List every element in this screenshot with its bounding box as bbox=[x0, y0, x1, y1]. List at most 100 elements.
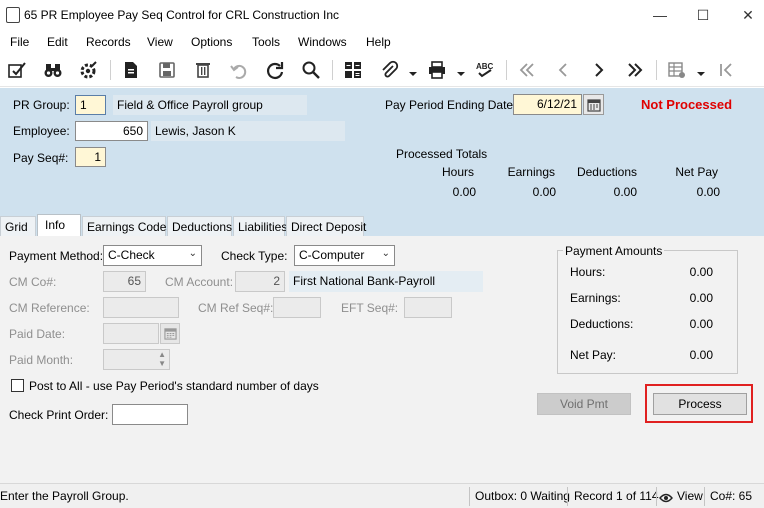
goto-first-icon[interactable] bbox=[714, 58, 738, 82]
menu-windows[interactable]: Windows bbox=[298, 35, 347, 49]
totals-earnings-value: 0.00 bbox=[532, 185, 556, 199]
pr-group-input[interactable]: 1 bbox=[75, 95, 106, 115]
employee-input[interactable]: 650 bbox=[75, 121, 148, 141]
edit-record-icon[interactable] bbox=[5, 58, 29, 82]
tab-direct-deposit[interactable]: Direct Deposit bbox=[286, 216, 366, 236]
tab-info[interactable]: Info bbox=[37, 214, 81, 236]
next-record-icon[interactable] bbox=[587, 58, 611, 82]
status-message: Enter the Payroll Group. bbox=[0, 489, 129, 503]
menu-records[interactable]: Records bbox=[86, 35, 131, 49]
payment-method-select[interactable]: C-Check ⌄ bbox=[103, 245, 202, 266]
search-icon[interactable] bbox=[299, 58, 323, 82]
cm-account-field: 2 bbox=[235, 271, 285, 292]
totals-netpay-value: 0.00 bbox=[696, 185, 720, 199]
previous-record-icon[interactable] bbox=[551, 58, 575, 82]
delete-icon[interactable] bbox=[191, 58, 215, 82]
pa-hours-label: Hours: bbox=[570, 265, 606, 279]
company-number: Co#: 65 bbox=[710, 489, 753, 503]
menu-options[interactable]: Options bbox=[191, 35, 232, 49]
processed-totals-title: Processed Totals bbox=[396, 147, 488, 161]
spinner-icon: ▲ ▼ bbox=[158, 350, 166, 368]
menu-edit[interactable]: Edit bbox=[47, 35, 68, 49]
outbox-status[interactable]: Outbox: 0 Waiting bbox=[475, 489, 570, 503]
save-icon[interactable] bbox=[155, 58, 179, 82]
employee-name: Lewis, Jason K bbox=[151, 121, 345, 141]
info-tab-panel: Payment Method: C-Check ⌄ Check Type: C-… bbox=[0, 236, 764, 483]
toolbar-separator bbox=[332, 60, 333, 80]
totals-earnings-header: Earnings bbox=[507, 165, 555, 179]
attachment-dropdown-icon[interactable] bbox=[409, 67, 417, 76]
undo-icon[interactable] bbox=[227, 58, 251, 82]
refresh-icon[interactable] bbox=[263, 58, 287, 82]
view-toggle[interactable]: View bbox=[677, 489, 703, 503]
pay-period-ending-input[interactable]: 6/12/21 bbox=[513, 94, 582, 115]
status-divider bbox=[469, 487, 470, 506]
toolbar-separator bbox=[506, 60, 507, 80]
post-to-all-checkbox[interactable] bbox=[11, 379, 24, 392]
eye-icon[interactable] bbox=[659, 492, 673, 503]
print-icon[interactable] bbox=[425, 58, 449, 82]
minimize-button[interactable]: — bbox=[644, 4, 676, 26]
void-payment-button[interactable]: Void Pmt bbox=[537, 393, 631, 415]
pa-earnings-label: Earnings: bbox=[570, 291, 621, 305]
attachment-icon[interactable] bbox=[377, 58, 401, 82]
menu-file[interactable]: File bbox=[10, 35, 29, 49]
grid-settings-icon[interactable] bbox=[665, 58, 689, 82]
pr-group-label: PR Group: bbox=[13, 98, 70, 112]
grid-settings-dropdown-icon[interactable] bbox=[697, 67, 705, 76]
eft-seq-label: EFT Seq#: bbox=[341, 301, 399, 315]
paid-month-field: ▲ ▼ bbox=[103, 349, 170, 370]
paid-month-label: Paid Month: bbox=[9, 353, 74, 367]
tab-grid[interactable]: Grid bbox=[0, 216, 36, 236]
payment-amounts-title: Payment Amounts bbox=[563, 244, 665, 258]
processing-status: Not Processed bbox=[641, 97, 733, 112]
pay-seq-input[interactable]: 1 bbox=[75, 147, 106, 167]
maximize-button[interactable]: ☐ bbox=[687, 4, 719, 26]
check-type-label: Check Type: bbox=[221, 249, 288, 263]
cm-ref-seq-label: CM Ref Seq#: bbox=[198, 301, 274, 315]
pa-netpay-label: Net Pay: bbox=[570, 348, 617, 362]
process-button[interactable]: Process bbox=[653, 393, 747, 415]
pa-hours-value: 0.00 bbox=[689, 265, 713, 279]
pa-deductions-label: Deductions: bbox=[570, 317, 634, 331]
svg-text:ABC: ABC bbox=[476, 62, 494, 71]
pay-period-ending-label: Pay Period Ending Date: bbox=[385, 98, 517, 112]
totals-deductions-value: 0.00 bbox=[613, 185, 637, 199]
tab-deductions[interactable]: Deductions bbox=[167, 216, 232, 236]
cm-ref-seq-field bbox=[273, 297, 321, 318]
menu-tools[interactable]: Tools bbox=[252, 35, 280, 49]
pa-netpay-value: 0.00 bbox=[689, 348, 713, 362]
cm-account-description: First National Bank-Payroll bbox=[289, 271, 483, 292]
menu-view[interactable]: View bbox=[147, 35, 173, 49]
chevron-down-icon: ⌄ bbox=[381, 248, 390, 259]
employee-label: Employee: bbox=[13, 124, 70, 138]
paid-date-field bbox=[103, 323, 159, 344]
menu-help[interactable]: Help bbox=[366, 35, 391, 49]
calculator-icon[interactable] bbox=[341, 58, 365, 82]
settings-gear-icon[interactable] bbox=[77, 58, 101, 82]
pay-seq-label: Pay Seq#: bbox=[13, 151, 69, 165]
totals-deductions-header: Deductions bbox=[576, 165, 637, 179]
toolbar-separator bbox=[656, 60, 657, 80]
cm-co-field: 65 bbox=[103, 271, 146, 292]
tab-liabilities[interactable]: Liabilities bbox=[233, 216, 287, 236]
spellcheck-icon[interactable]: ABC bbox=[473, 58, 497, 82]
chevron-down-icon: ⌄ bbox=[188, 248, 197, 259]
tab-earnings-codes[interactable]: Earnings Codes bbox=[82, 216, 172, 236]
check-type-select[interactable]: C-Computer ⌄ bbox=[294, 245, 395, 266]
status-bar: Enter the Payroll Group. Outbox: 0 Waiti… bbox=[0, 483, 764, 508]
print-dropdown-icon[interactable] bbox=[457, 67, 465, 76]
cm-reference-label: CM Reference: bbox=[9, 301, 90, 315]
close-button[interactable]: ✕ bbox=[732, 4, 764, 26]
status-divider bbox=[656, 487, 657, 506]
payment-method-label: Payment Method: bbox=[9, 249, 104, 263]
check-print-order-input[interactable] bbox=[112, 404, 188, 425]
last-record-icon[interactable] bbox=[623, 58, 647, 82]
status-divider bbox=[567, 487, 568, 506]
first-record-icon[interactable] bbox=[515, 58, 539, 82]
binoculars-icon[interactable] bbox=[41, 58, 65, 82]
record-counter: Record 1 of 114 bbox=[574, 489, 659, 503]
title-bar: 65 PR Employee Pay Seq Control for CRL C… bbox=[0, 0, 764, 31]
calendar-icon[interactable] bbox=[583, 94, 604, 115]
notes-icon[interactable] bbox=[119, 58, 143, 82]
